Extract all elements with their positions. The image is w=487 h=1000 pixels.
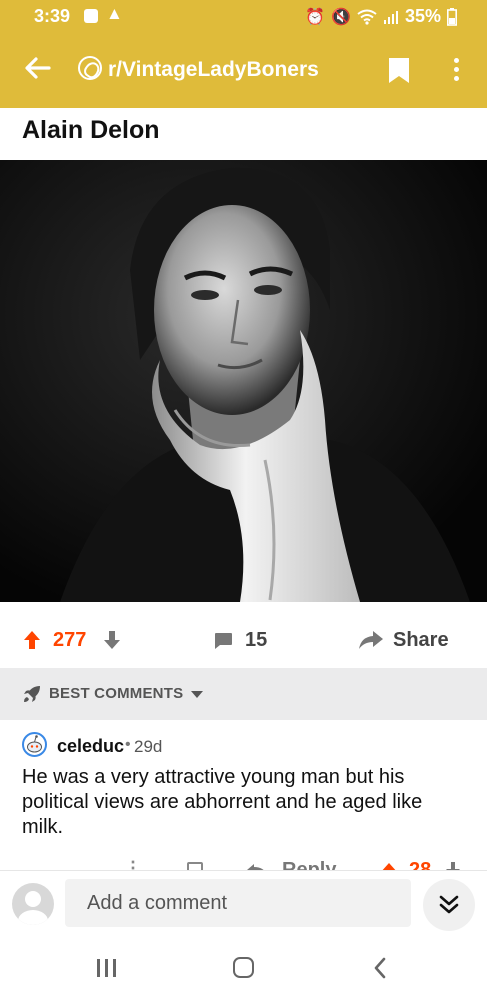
subreddit-icon xyxy=(78,56,102,80)
bookmark-icon[interactable] xyxy=(388,57,410,84)
comment-count[interactable]: 15 xyxy=(245,629,267,652)
add-comment-placeholder: Add a comment xyxy=(87,892,228,914)
post-title: Alain Delon xyxy=(22,116,160,144)
back-arrow-icon[interactable] xyxy=(22,52,54,84)
sort-label[interactable]: BEST COMMENTS xyxy=(49,685,183,702)
chevron-down-icon[interactable] xyxy=(191,691,203,698)
status-right: ⏰ 🔇 35% xyxy=(305,6,457,27)
top-bar: 3:39 ▲ ⏰ 🔇 35% r/VintageLadyBoners xyxy=(0,0,487,108)
app-bar: r/VintageLadyBoners xyxy=(0,40,487,100)
add-comment-input[interactable]: Add a comment xyxy=(65,879,411,927)
downvote-icon[interactable] xyxy=(103,630,121,650)
post-image[interactable] xyxy=(0,160,487,602)
nav-back-icon[interactable] xyxy=(372,957,388,979)
notification-icon xyxy=(84,9,98,23)
mute-icon: 🔇 xyxy=(331,8,351,26)
meta-separator: • xyxy=(125,736,131,753)
system-nav-bar xyxy=(0,940,487,1000)
jump-down-button[interactable] xyxy=(423,879,475,931)
comment-age: 29d xyxy=(134,737,163,756)
battery-icon xyxy=(447,7,457,26)
status-time: 3:39 xyxy=(34,6,71,26)
share-icon[interactable] xyxy=(358,630,384,650)
recents-icon[interactable] xyxy=(97,959,119,977)
portrait-illustration xyxy=(0,160,487,602)
status-bar: 3:39 ▲ ⏰ 🔇 35% xyxy=(0,0,487,34)
share-button[interactable]: Share xyxy=(393,629,449,652)
comment-author[interactable]: celeduc xyxy=(57,736,124,757)
comment-sort-bar[interactable]: BEST COMMENTS xyxy=(0,668,487,720)
rocket-icon xyxy=(24,686,40,702)
home-icon[interactable] xyxy=(233,957,254,978)
comment-composer: Add a comment xyxy=(0,870,487,940)
snoo-avatar-icon[interactable] xyxy=(22,732,47,757)
comment: celeduc • 29d He was a very attractive y… xyxy=(0,720,487,876)
subreddit-name[interactable]: r/VintageLadyBoners xyxy=(108,58,319,82)
upvote-icon[interactable] xyxy=(23,630,41,650)
alarm-icon: ⏰ xyxy=(305,8,326,26)
signal-icon xyxy=(383,10,398,24)
battery-level: 35% xyxy=(404,6,441,26)
post-actions: 277 15 Share xyxy=(0,612,487,668)
wifi-icon xyxy=(357,9,377,25)
overflow-menu-icon[interactable] xyxy=(448,56,464,84)
comment-icon[interactable] xyxy=(213,632,233,650)
post-score: 277 xyxy=(53,629,87,651)
jump-down-icon xyxy=(439,895,459,914)
warning-icon: ▲ xyxy=(106,4,123,23)
user-avatar[interactable] xyxy=(12,883,54,925)
comment-body: He was a very attractive young man but h… xyxy=(22,766,423,838)
